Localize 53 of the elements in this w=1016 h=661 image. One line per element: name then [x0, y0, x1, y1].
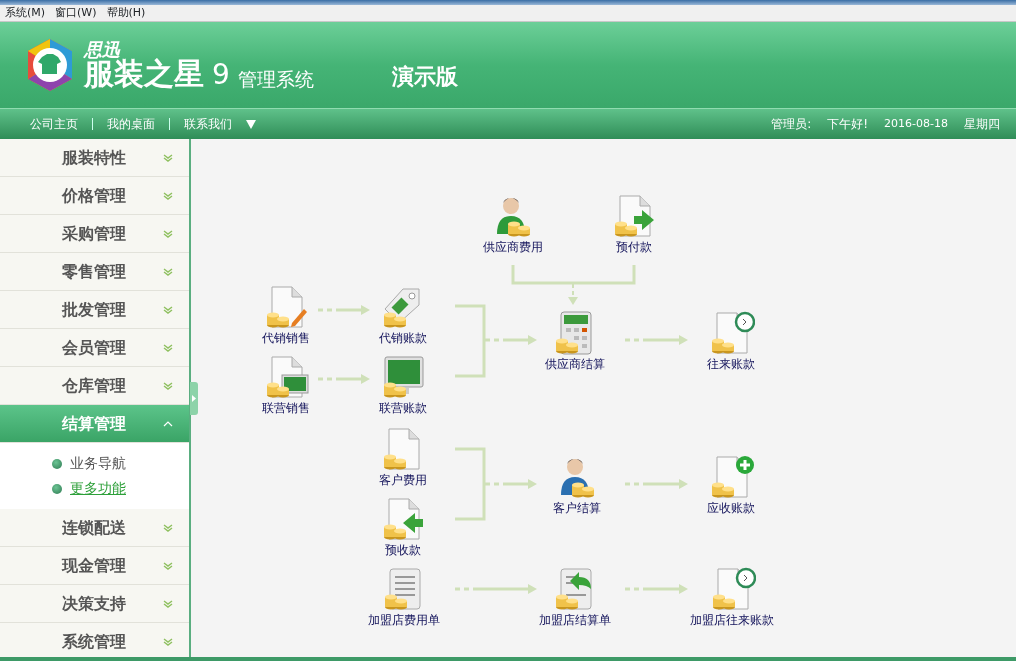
flow-node[interactable]: 应收账款: [676, 455, 786, 515]
user-label: 管理员:: [771, 116, 812, 133]
flow-node[interactable]: 预收款: [348, 497, 458, 557]
brand-name: 服装之星: [84, 59, 204, 89]
bullet-icon: [52, 483, 62, 494]
menu-item[interactable]: 窗口(W): [50, 5, 102, 21]
submenu-link[interactable]: 更多功能: [70, 476, 126, 501]
collapse-handle[interactable]: [190, 382, 198, 415]
flow-node[interactable]: 预付款: [579, 194, 689, 254]
weekday-text: 星期四: [964, 116, 1000, 133]
double-chevron-icon: [163, 561, 173, 570]
menu-item[interactable]: 帮助(H): [101, 5, 151, 21]
double-chevron-icon: [163, 637, 173, 646]
double-chevron-icon: [163, 153, 173, 162]
flow-node[interactable]: 加盟店费用单: [349, 567, 459, 627]
bullet-icon: [52, 458, 62, 469]
greeting-text: 下午好!: [827, 116, 869, 133]
flow-node[interactable]: 联营账款: [348, 355, 458, 415]
flow-node[interactable]: 客户费用: [348, 427, 458, 487]
flow-arrow: [623, 479, 688, 489]
flow-arrow: [568, 283, 578, 305]
flow-node[interactable]: 供应商费用: [458, 194, 568, 254]
brand-small-text: 思迅: [84, 41, 121, 59]
flow-arrow: [483, 335, 537, 345]
flow-node[interactable]: 代销销售: [231, 285, 341, 345]
version-number: 9: [212, 61, 230, 89]
date-text: 2016-08-18: [884, 115, 948, 132]
flow-arrow: [483, 479, 537, 489]
flow-node[interactable]: 供应商结算: [520, 311, 630, 371]
double-chevron-icon: [163, 305, 173, 314]
flow-node[interactable]: 联营销售: [231, 355, 341, 415]
flow-node[interactable]: 客户结算: [522, 455, 632, 515]
chevron-up-icon: [163, 420, 173, 427]
double-chevron-icon: [163, 229, 173, 238]
menu-item[interactable]: 系统(M): [0, 5, 51, 21]
flow-arrow: [316, 374, 370, 384]
edition-label: 演示版: [391, 62, 458, 91]
product-name: 管理系统: [237, 70, 314, 89]
double-chevron-icon: [163, 599, 173, 608]
flow-arrow: [623, 584, 688, 594]
double-chevron-icon: [163, 523, 173, 532]
double-chevron-icon: [163, 381, 173, 390]
flow-node[interactable]: 往来账款: [676, 311, 786, 371]
flow-node[interactable]: 加盟店往来账款: [677, 567, 787, 627]
flow-node[interactable]: 加盟店结算单: [520, 567, 630, 627]
double-chevron-icon: [163, 343, 173, 352]
double-chevron-icon: [163, 191, 173, 200]
submenu-link[interactable]: 业务导航: [70, 451, 126, 476]
flow-node[interactable]: 代销账款: [348, 285, 458, 345]
flow-arrow: [623, 335, 688, 345]
double-chevron-icon: [163, 267, 173, 276]
caret-icon[interactable]: [246, 119, 256, 129]
flow-arrow: [316, 305, 370, 315]
